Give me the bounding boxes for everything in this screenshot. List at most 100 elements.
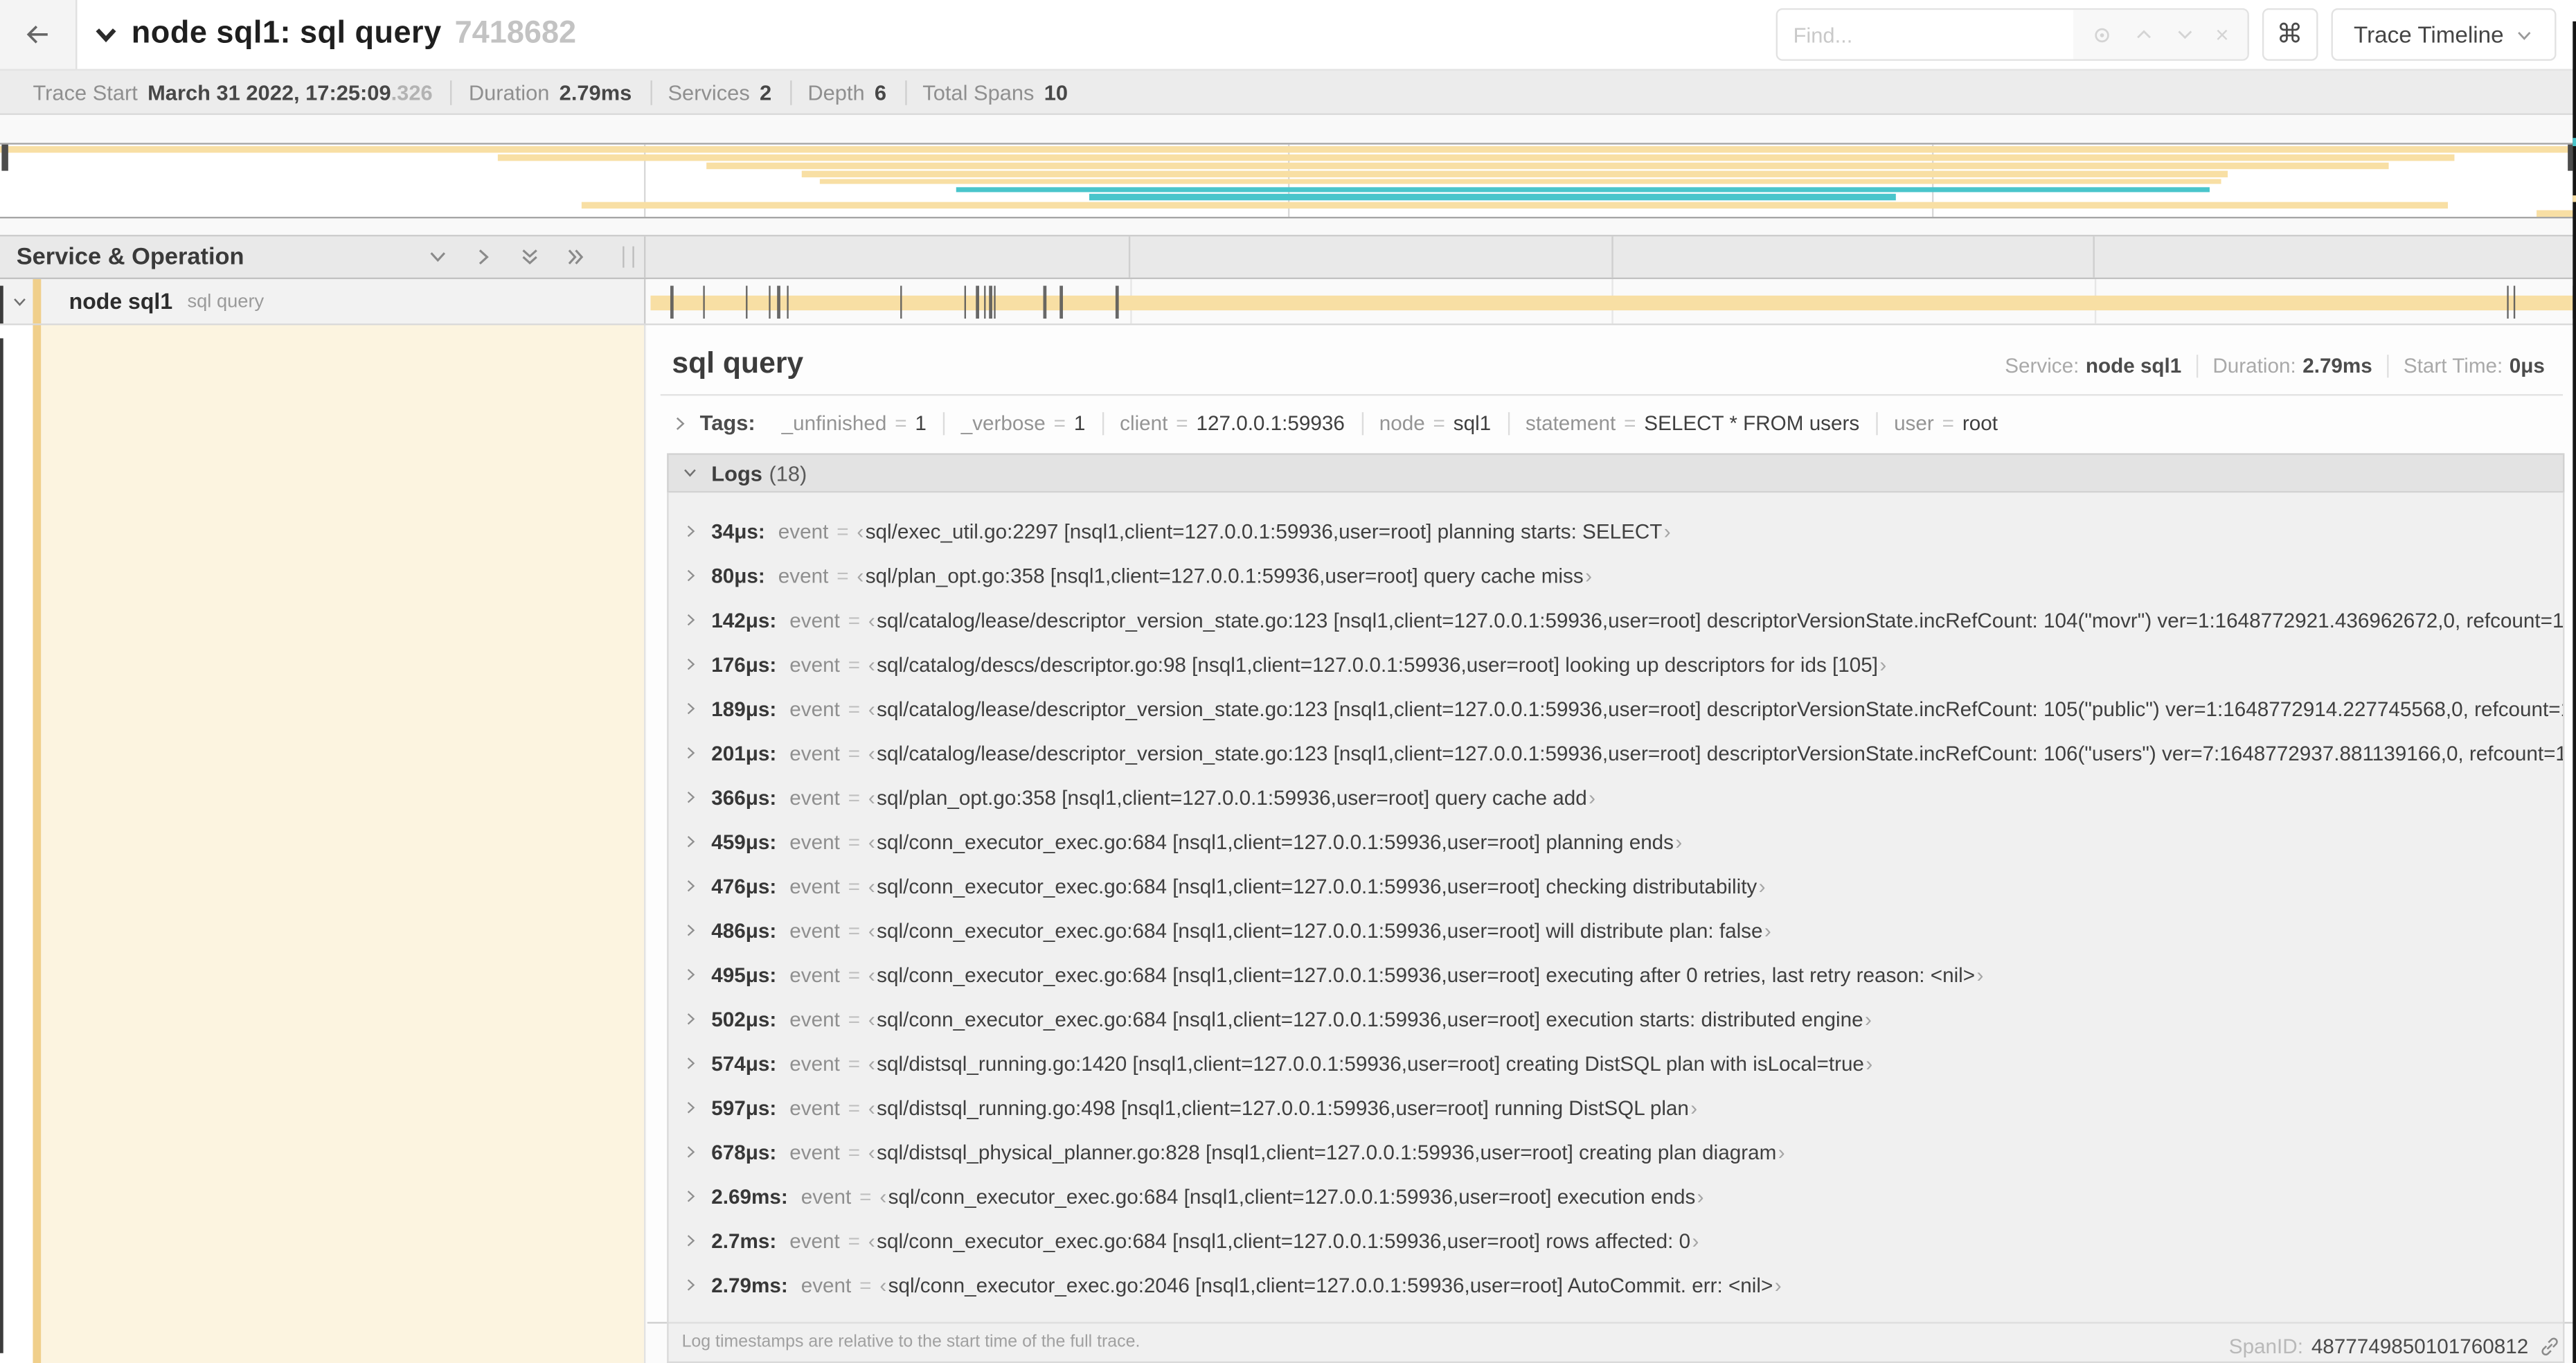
log-entry-row[interactable]: 476μs: event = sql/conn_executor_exec.go… xyxy=(669,864,2563,908)
minimap-canvas[interactable] xyxy=(0,143,2576,219)
trace-stats-bar: Trace Start March 31 2022, 17:25:09.326 Du… xyxy=(0,69,2576,115)
log-entry-row[interactable]: 80μs: event = sql/plan_opt.go:358 [nsql1… xyxy=(669,553,2563,598)
span-detail-title: sql query xyxy=(672,346,804,380)
span-id-value: 4877749850101760812 xyxy=(2311,1335,2529,1358)
span-tag: node = sql1 xyxy=(1361,411,1508,435)
top-bar: node sql1: sql query 7418682 × ⌘ Trace T… xyxy=(0,0,2576,69)
tags-label: Tags: xyxy=(699,410,755,436)
left-edge-line xyxy=(0,338,3,1353)
back-button[interactable] xyxy=(0,0,78,69)
minimap-span-bar[interactable] xyxy=(2537,210,2576,217)
log-entry-row[interactable]: 495μs: event = sql/conn_executor_exec.go… xyxy=(669,952,2563,997)
collapse-all-icon[interactable] xyxy=(519,247,541,268)
log-entry-row[interactable]: 597μs: event = sql/distsql_running.go:49… xyxy=(669,1085,2563,1130)
locate-icon[interactable] xyxy=(2091,24,2112,45)
trace-id-short: 7418682 xyxy=(454,16,577,51)
logs-count: (18) xyxy=(769,461,807,485)
log-entry-row[interactable]: 201μs: event = sql/catalog/lease/descrip… xyxy=(669,731,2563,775)
find-input[interactable] xyxy=(1776,10,2073,60)
chevron-right-icon[interactable] xyxy=(683,1056,698,1071)
log-tick-mark xyxy=(2507,285,2510,319)
chevron-right-icon[interactable] xyxy=(683,1101,698,1115)
collapse-one-icon[interactable] xyxy=(427,247,449,268)
chevron-right-icon[interactable] xyxy=(683,701,698,715)
span-tag: statement = SELECT * FROM users xyxy=(1507,411,1876,435)
log-entry-row[interactable]: 486μs: event = sql/conn_executor_exec.go… xyxy=(669,908,2563,952)
chevron-right-icon[interactable] xyxy=(683,835,698,849)
log-tick-mark xyxy=(769,285,771,319)
log-entry-row[interactable]: 176μs: event = sql/catalog/descs/descrip… xyxy=(669,642,2563,686)
chevron-right-icon[interactable] xyxy=(683,524,698,538)
log-tick-mark xyxy=(786,285,789,319)
chevron-right-icon[interactable] xyxy=(683,612,698,627)
service-value: node sql1 xyxy=(2085,355,2182,378)
minimap-span-bar[interactable] xyxy=(800,170,2228,177)
minimap-span-bar[interactable] xyxy=(956,186,2210,193)
log-tick-mark xyxy=(778,285,780,319)
span-id-row: SpanID: 4877749850101760812 xyxy=(2229,1335,2561,1358)
chevron-right-icon[interactable] xyxy=(683,1145,698,1159)
copy-link-icon[interactable] xyxy=(2538,1335,2561,1358)
logs-header[interactable]: Logs (18) xyxy=(667,453,2565,493)
tags-list: _unfinished = 1 _verbose = 1 client = 127.0.0.1:… xyxy=(765,411,2014,435)
log-tick-mark xyxy=(976,285,978,319)
chevron-right-icon[interactable] xyxy=(672,415,688,431)
log-entry-row[interactable]: 142μs: event = sql/catalog/lease/descrip… xyxy=(669,598,2563,642)
minimap-span-bar[interactable] xyxy=(582,202,2447,209)
span-color-stripe xyxy=(33,325,41,1363)
chevron-right-icon[interactable] xyxy=(683,1278,698,1292)
keyboard-shortcuts-button[interactable]: ⌘ xyxy=(2262,8,2318,61)
minimap-span-bar[interactable] xyxy=(497,154,2456,161)
log-entry-row[interactable]: 189μs: event = sql/catalog/lease/descrip… xyxy=(669,686,2563,731)
log-entry-row[interactable]: 34μs: event = sql/exec_util.go:2297 [nsq… xyxy=(669,509,2563,553)
chevron-right-icon[interactable] xyxy=(683,968,698,982)
log-entry-row[interactable]: 2.69ms: event = sql/conn_executor_exec.g… xyxy=(669,1174,2563,1218)
log-entry-row[interactable]: 366μs: event = sql/plan_opt.go:358 [nsql… xyxy=(669,775,2563,819)
timeline-ruler xyxy=(645,236,2576,278)
log-entry-row[interactable]: 459μs: event = sql/conn_executor_exec.go… xyxy=(669,819,2563,864)
minimap-span-bar[interactable] xyxy=(706,162,2388,169)
chevron-right-icon[interactable] xyxy=(683,1233,698,1248)
span-tag: _unfinished = 1 xyxy=(781,411,927,435)
span-bar-cell xyxy=(647,279,2576,324)
minimap-span-bar[interactable] xyxy=(1089,194,1896,201)
collapse-trace-chevron-icon[interactable] xyxy=(93,22,118,47)
chevron-right-icon[interactable] xyxy=(683,879,698,893)
span-overview: Service: node sql1 Duration: 2.79ms Start … xyxy=(1990,355,2559,378)
span-log-marks xyxy=(647,279,2576,323)
chevron-right-icon[interactable] xyxy=(683,790,698,804)
chevron-right-icon[interactable] xyxy=(683,568,698,582)
minimap-span-bar[interactable] xyxy=(819,178,2221,185)
column-resize-grip[interactable] xyxy=(623,246,634,268)
log-entry-row[interactable]: 678μs: event = sql/distsql_physical_plan… xyxy=(669,1130,2563,1174)
chevron-right-icon[interactable] xyxy=(683,1189,698,1204)
log-tick-mark xyxy=(983,285,985,319)
tags-row[interactable]: Tags: _unfinished = 1 _verbose = 1 client = 127.… xyxy=(647,395,2576,448)
trace-stat: Depth 6 xyxy=(791,79,906,105)
find-next-icon[interactable] xyxy=(2174,25,2194,44)
expand-one-icon[interactable] xyxy=(473,247,494,268)
trace-view-select[interactable]: Trace Timeline xyxy=(2330,8,2557,61)
ruler-gridline xyxy=(2093,236,2095,278)
log-tick-mark xyxy=(1116,285,1118,319)
span-tag: _verbose = 1 xyxy=(942,411,1102,435)
chevron-right-icon[interactable] xyxy=(683,745,698,760)
span-detail-panel: sql query Service: node sql1 Duration: 2.7… xyxy=(647,325,2576,1363)
expand-all-icon[interactable] xyxy=(565,247,587,268)
collapse-span-chevron-icon[interactable] xyxy=(12,293,28,310)
log-entry-row[interactable]: 574μs: event = sql/distsql_running.go:14… xyxy=(669,1041,2563,1085)
right-edge-strip xyxy=(2572,21,2576,1363)
chevron-right-icon[interactable] xyxy=(683,1012,698,1026)
logs-list: 34μs: event = sql/exec_util.go:2297 [nsq… xyxy=(667,492,2565,1363)
log-entry-row[interactable]: 2.79ms: event = sql/conn_executor_exec.g… xyxy=(669,1263,2563,1307)
log-entry-row[interactable]: 2.7ms: event = sql/conn_executor_exec.go… xyxy=(669,1218,2563,1263)
chevron-down-icon[interactable] xyxy=(682,465,699,481)
span-name-cell[interactable]: node sql1 sql query xyxy=(0,279,646,324)
log-entry-row[interactable]: 502μs: event = sql/conn_executor_exec.go… xyxy=(669,997,2563,1041)
clear-find-icon[interactable]: × xyxy=(2215,23,2228,46)
minimap-span-bar[interactable] xyxy=(0,146,2576,153)
chevron-right-icon[interactable] xyxy=(683,657,698,671)
chevron-right-icon[interactable] xyxy=(683,923,698,938)
find-prev-icon[interactable] xyxy=(2134,25,2153,44)
minimap-left-drag-handle[interactable] xyxy=(1,144,8,171)
